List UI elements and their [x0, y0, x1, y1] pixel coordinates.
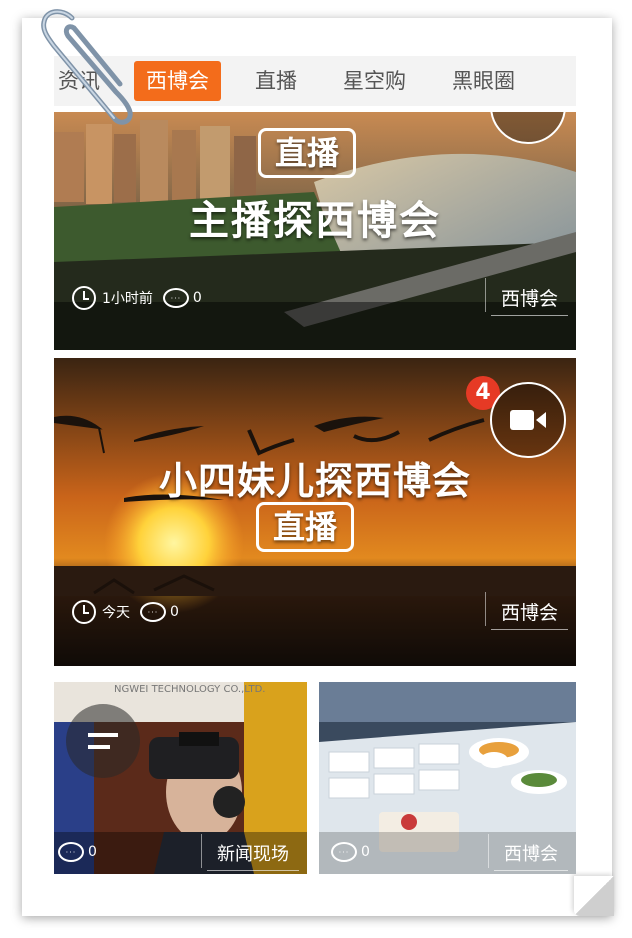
- category-label: 西博会: [484, 592, 568, 630]
- card-meta: ··· 0: [331, 842, 370, 862]
- sign-text: NGWEI TECHNOLOGY CO.,LTD.: [114, 684, 266, 695]
- hamburger-menu-icon: [88, 733, 118, 749]
- card-meta: ··· 0: [58, 842, 97, 862]
- post-time: 今天: [102, 605, 130, 621]
- comment-count: 0: [192, 290, 202, 306]
- card-meta: 1小时前 ··· 0: [72, 286, 202, 310]
- comment-icon: ···: [140, 602, 166, 622]
- news-card-small[interactable]: ··· 0 西博会: [319, 682, 576, 874]
- tab-dark-circles[interactable]: 黑眼圈: [440, 61, 527, 101]
- live-label-box: 直播: [256, 502, 355, 552]
- card-headline: 主播探西博会: [189, 198, 441, 244]
- page-curl: [574, 876, 614, 916]
- comment-count: 0: [88, 844, 97, 860]
- comment-icon: ···: [58, 842, 84, 862]
- tab-live[interactable]: 直播: [243, 61, 309, 101]
- category-label: 西博会: [484, 278, 568, 316]
- comment-icon: ···: [162, 288, 189, 308]
- clock-icon: [72, 600, 96, 624]
- news-card[interactable]: 直播 主播探西博会 1小时前 ··· 0 西博会: [54, 112, 576, 350]
- category-label: 新闻现场: [201, 834, 299, 871]
- news-card-small[interactable]: NGWEI TECHNOLOGY CO.,LTD. ··· 0 新闻现场: [54, 682, 307, 874]
- news-card[interactable]: 4 小四妹儿探西博会 直播 今天 ··· 0 西博会: [54, 358, 576, 666]
- category-label: 西博会: [488, 834, 568, 871]
- live-label-box: 直播: [258, 128, 357, 178]
- menu-button[interactable]: [66, 704, 140, 778]
- comment-count: 0: [361, 844, 370, 860]
- card-headline: 小四妹儿探西博会: [158, 459, 471, 503]
- card-meta: 今天 ··· 0: [72, 600, 179, 624]
- video-camera-icon: [510, 410, 546, 430]
- tab-xingkong-shop[interactable]: 星空购: [331, 61, 418, 101]
- post-time: 1小时前: [102, 291, 153, 307]
- clock-icon: [72, 286, 96, 310]
- paperclip-icon: [41, 9, 133, 125]
- comment-icon: ···: [331, 842, 357, 862]
- comment-count: 0: [170, 604, 179, 620]
- video-indicator: [490, 382, 566, 458]
- tab-xibohui[interactable]: 西博会: [134, 61, 221, 101]
